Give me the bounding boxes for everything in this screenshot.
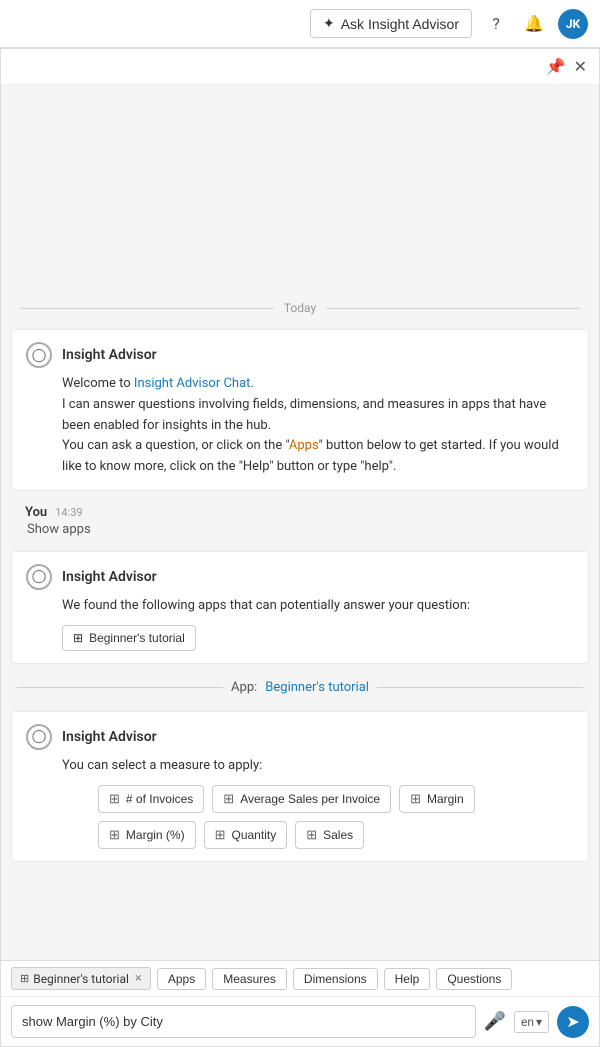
app-separator-prefix: App: (231, 680, 257, 695)
tab-dimensions[interactable]: Dimensions (293, 968, 378, 990)
advisor-name-3: Insight Advisor (62, 729, 157, 745)
cta-text: You can ask a question, or click on the … (62, 438, 289, 453)
chat-input[interactable] (11, 1005, 476, 1038)
tab-help[interactable]: Help (384, 968, 431, 990)
language-selector[interactable]: en ▾ (514, 1011, 549, 1033)
user-meta: You 14:39 (25, 505, 575, 520)
measure-label-quantity: Quantity (232, 828, 277, 842)
separator-line-right (377, 687, 583, 688)
advisor-content-1: Welcome to Insight Advisor Chat. I can a… (26, 374, 574, 478)
lang-label: en (521, 1015, 534, 1029)
close-panel-icon[interactable]: ✕ (574, 57, 587, 76)
insight-chat-link[interactable]: Insight Advisor Chat (134, 376, 251, 391)
beginners-tutorial-app-btn[interactable]: ⊞ Beginner's tutorial (62, 625, 196, 651)
app-separator-link[interactable]: Beginner's tutorial (265, 680, 369, 695)
app-tag-icon: ⊞ (20, 972, 29, 985)
chat-body[interactable]: Today ◯ Insight Advisor Welcome to Insig… (1, 85, 599, 960)
divider-line-left (21, 308, 274, 309)
apps-link[interactable]: Apps (289, 438, 319, 453)
measure-btn-invoices[interactable]: ⊞ # of Invoices (98, 785, 204, 813)
measure-buttons-container: ⊞ # of Invoices ⊞ Average Sales per Invo… (62, 785, 574, 849)
measure-btn-margin[interactable]: ⊞ Margin (399, 785, 475, 813)
chat-spacer (1, 85, 599, 285)
advisor-icon-3: ◯ (26, 724, 52, 750)
insight-advisor-button[interactable]: ✦ Ask Insight Advisor (310, 9, 472, 38)
measure-btn-avg-sales[interactable]: ⊞ Average Sales per Invoice (212, 785, 391, 813)
measure-icon-avg-sales: ⊞ (223, 791, 234, 807)
send-button[interactable]: ➤ (557, 1006, 589, 1038)
measure-label-margin-pct: Margin (%) (126, 828, 185, 842)
advisor-name-1: Insight Advisor (62, 347, 157, 363)
notification-icon[interactable]: 🔔 (520, 10, 548, 38)
measure-label-sales: Sales (323, 828, 353, 842)
app-tag-close-icon[interactable]: × (135, 971, 142, 986)
user-message: You 14:39 Show apps (11, 497, 589, 545)
app-tag[interactable]: ⊞ Beginner's tutorial × (11, 967, 151, 990)
sparkle-icon: ✦ (323, 15, 335, 32)
advisor-message-1: ◯ Insight Advisor Welcome to Insight Adv… (11, 329, 589, 491)
chat-bottom-spacer (1, 868, 599, 884)
topbar: ✦ Ask Insight Advisor ? 🔔 JK (0, 0, 600, 48)
lang-chevron-icon: ▾ (536, 1015, 542, 1029)
measure-icon-margin-pct: ⊞ (109, 827, 120, 843)
advisor-name-2: Insight Advisor (62, 569, 157, 585)
measure-icon-margin: ⊞ (410, 791, 421, 807)
advisor-icon-1: ◯ (26, 342, 52, 368)
chat-panel: 📌 ✕ Today ◯ Insight Advisor Welcome to I… (0, 48, 600, 1047)
send-icon: ➤ (566, 1012, 579, 1032)
tab-apps[interactable]: Apps (157, 968, 206, 990)
advisor-icon-2: ◯ (26, 564, 52, 590)
measure-label-margin: Margin (427, 792, 464, 806)
select-measure-text: You can select a measure to apply: (62, 758, 262, 773)
advisor-header-3: ◯ Insight Advisor (26, 724, 574, 750)
measure-btn-quantity[interactable]: ⊞ Quantity (204, 821, 288, 849)
advisor-header-1: ◯ Insight Advisor (26, 342, 574, 368)
help-icon[interactable]: ? (482, 10, 510, 38)
date-divider: Today (1, 285, 599, 323)
user-text: Show apps (25, 522, 575, 537)
advisor-content-2: We found the following apps that can pot… (26, 596, 574, 651)
measure-icon-sales: ⊞ (306, 827, 317, 843)
measure-icon-quantity: ⊞ (215, 827, 226, 843)
period: . (250, 376, 253, 391)
panel-controls: 📌 ✕ (1, 49, 599, 85)
advisor-message-3: ◯ Insight Advisor You can select a measu… (11, 711, 589, 862)
user-name-label: You (25, 505, 47, 520)
insight-advisor-label: Ask Insight Advisor (341, 16, 459, 32)
app-btn-label: Beginner's tutorial (89, 631, 185, 645)
measure-icon-invoices: ⊞ (109, 791, 120, 807)
tab-measures[interactable]: Measures (212, 968, 287, 990)
found-apps-text: We found the following apps that can pot… (62, 598, 470, 613)
measure-label-invoices: # of Invoices (126, 792, 193, 806)
app-separator: App: Beginner's tutorial (1, 670, 599, 705)
input-area: 🎤 en ▾ ➤ (1, 997, 599, 1046)
advisor-message-2: ◯ Insight Advisor We found the following… (11, 551, 589, 664)
measure-label-avg-sales: Average Sales per Invoice (240, 792, 380, 806)
app-btn-icon: ⊞ (73, 631, 83, 645)
measure-btn-margin-pct[interactable]: ⊞ Margin (%) (98, 821, 196, 849)
description-text: I can answer questions involving fields,… (62, 397, 546, 433)
bottom-tabs: ⊞ Beginner's tutorial × Apps Measures Di… (1, 961, 599, 997)
app-tag-label: Beginner's tutorial (33, 972, 129, 986)
separator-line-left (17, 687, 223, 688)
tab-questions[interactable]: Questions (436, 968, 512, 990)
advisor-header-2: ◯ Insight Advisor (26, 564, 574, 590)
divider-line-right (326, 308, 579, 309)
pin-icon[interactable]: 📌 (546, 57, 566, 76)
user-avatar[interactable]: JK (558, 9, 588, 39)
user-time: 14:39 (55, 506, 82, 519)
date-label: Today (284, 301, 316, 315)
microphone-icon[interactable]: 🎤 (484, 1011, 506, 1032)
welcome-text: Welcome to (62, 376, 134, 391)
measure-btn-sales[interactable]: ⊞ Sales (295, 821, 364, 849)
advisor-content-3: You can select a measure to apply: ⊞ # o… (26, 756, 574, 849)
bottom-bar: ⊞ Beginner's tutorial × Apps Measures Di… (1, 960, 599, 1046)
